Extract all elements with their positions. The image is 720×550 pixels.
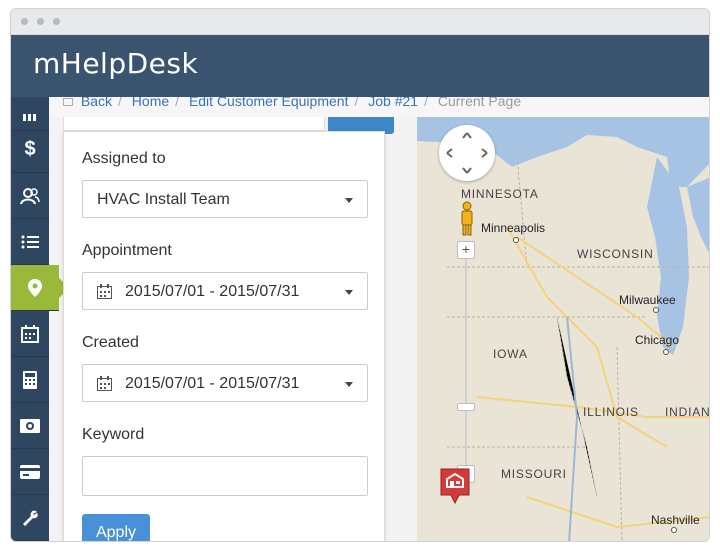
home-icon	[63, 98, 73, 106]
zoom-slider-track[interactable]	[465, 247, 467, 471]
calculator-icon	[23, 370, 37, 389]
created-value: 2015/07/01 - 2015/07/31	[125, 375, 300, 392]
appointment-label: Appointment	[82, 242, 172, 259]
map-label-state: IOWA	[493, 347, 528, 361]
created-label: Created	[82, 334, 139, 351]
zoom-slider-handle[interactable]	[457, 403, 475, 411]
breadcrumb-home[interactable]: Home	[132, 97, 169, 109]
calendar-icon	[21, 324, 39, 343]
map-label-state: MISSOURI	[501, 467, 567, 481]
map-label-state: WISCONSIN	[577, 247, 654, 261]
browser-window: mHelpDesk $ Back / Home / Edit Customer …	[10, 8, 710, 542]
window-dot-icon	[53, 18, 60, 25]
map-label-city: Milwaukee	[619, 293, 676, 307]
map-marker-icon	[28, 278, 42, 297]
apply-button[interactable]: Apply	[82, 514, 150, 541]
nav-item-tools[interactable]	[11, 495, 49, 541]
pegman-icon[interactable]	[457, 201, 477, 237]
map-label-state: INDIANA	[665, 405, 710, 419]
breadcrumb-separator: /	[424, 97, 428, 109]
nav-item-list[interactable]	[11, 219, 49, 265]
nav-item-payments[interactable]	[11, 403, 49, 449]
breadcrumb-back[interactable]: Back	[81, 97, 112, 109]
assigned-to-value: HVAC Install Team	[97, 191, 230, 208]
list-icon	[21, 235, 39, 248]
breadcrumb-current: Current Page	[437, 97, 522, 109]
city-marker	[671, 527, 677, 533]
keyword-input[interactable]	[82, 456, 368, 496]
nav-item-map[interactable]	[11, 265, 69, 311]
assigned-to-select[interactable]: HVAC Install Team	[82, 180, 368, 218]
breadcrumb-job[interactable]: Job #21	[368, 97, 418, 109]
chevron-down-icon	[345, 290, 353, 295]
map-label-state: ILLINOIS	[583, 405, 639, 419]
left-nav: $	[11, 97, 69, 541]
map-view[interactable]: + − MINNESOTA WISCONSIN IOWA ILLINOIS IN…	[417, 117, 710, 541]
keyword-label: Keyword	[82, 426, 145, 443]
dollar-icon: $	[24, 138, 36, 160]
map-label-city: Nashville	[651, 513, 700, 527]
breadcrumb-separator: /	[118, 97, 122, 109]
app-header: mHelpDesk	[11, 35, 709, 97]
map-label-state: MINNESOTA	[461, 187, 539, 201]
city-marker	[513, 237, 519, 243]
breadcrumb-separator: /	[175, 97, 180, 109]
dashboard-icon	[23, 113, 36, 121]
credit-card-icon	[20, 464, 40, 479]
job-location-marker-icon[interactable]	[439, 467, 471, 505]
breadcrumb-trail: Back / Home / Edit Customer Equipment / Job…	[63, 97, 521, 109]
nav-item-cards[interactable]	[11, 449, 49, 495]
calendar-icon	[97, 284, 112, 299]
city-marker	[663, 349, 669, 355]
pan-arrows-icon	[446, 132, 488, 174]
breadcrumb: Back / Home / Edit Customer Equipment / Job…	[49, 97, 709, 117]
city-marker	[653, 307, 659, 313]
map-label-city: Minneapolis	[481, 221, 546, 235]
breadcrumb-separator: /	[354, 97, 359, 109]
map-label-city: Chicago	[635, 333, 680, 347]
users-icon	[20, 187, 40, 204]
nav-item-billing[interactable]: $	[11, 127, 49, 173]
appointment-date-range[interactable]: 2015/07/01 - 2015/07/31	[82, 272, 368, 310]
zoom-in-button[interactable]: +	[457, 241, 475, 259]
created-date-range[interactable]: 2015/07/01 - 2015/07/31	[82, 364, 368, 402]
calendar-icon	[97, 376, 112, 391]
chevron-down-icon	[345, 382, 353, 387]
map-pan-control[interactable]	[439, 125, 495, 181]
window-dot-icon	[37, 18, 44, 25]
chevron-down-icon	[345, 198, 353, 203]
filter-panel: Assigned to HVAC Install Team Appointmen…	[63, 131, 385, 541]
app-logo[interactable]: mHelpDesk	[33, 47, 198, 80]
window-chrome	[11, 9, 709, 35]
search-field-edge[interactable]	[63, 117, 325, 131]
breadcrumb-edit-equipment[interactable]: Edit Customer Equipment	[189, 97, 349, 109]
assigned-to-label: Assigned to	[82, 150, 166, 167]
nav-item-calendar[interactable]	[11, 311, 49, 357]
money-icon	[20, 418, 40, 433]
appointment-value: 2015/07/01 - 2015/07/31	[125, 283, 300, 300]
nav-item-customers[interactable]	[11, 173, 49, 219]
window-dot-icon	[21, 18, 28, 25]
nav-item-calculator[interactable]	[11, 357, 49, 403]
main-content: + − MINNESOTA WISCONSIN IOWA ILLINOIS IN…	[49, 117, 710, 541]
wrench-icon	[23, 510, 38, 526]
